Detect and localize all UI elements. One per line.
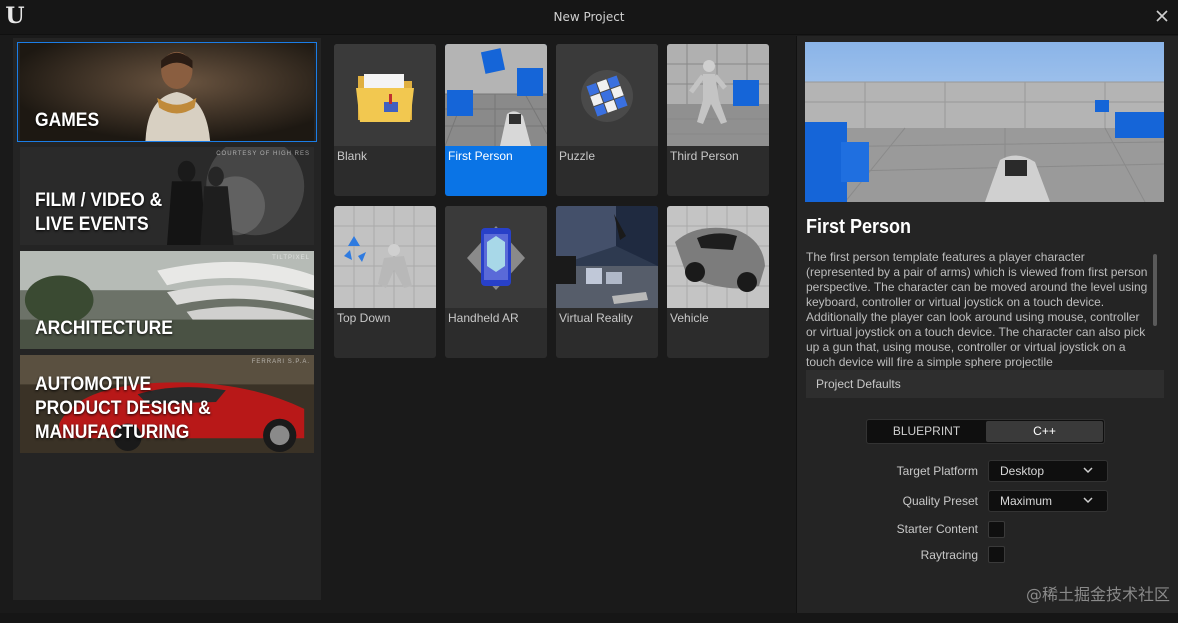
template-label: Vehicle xyxy=(670,311,709,325)
template-label: Handheld AR xyxy=(448,311,519,325)
category-label: GAMES xyxy=(35,110,100,131)
raytracing-label: Raytracing xyxy=(920,548,978,562)
watermark: @稀土掘金技术社区 xyxy=(1025,585,1170,604)
vr-thumbnail xyxy=(556,206,658,308)
image-credit: COURTESY OF HIGH RES xyxy=(216,151,310,157)
language-toggle: BLUEPRINT C++ xyxy=(866,419,1105,444)
first-person-thumbnail xyxy=(445,44,547,146)
folder-icon xyxy=(334,44,436,146)
template-virtual-reality[interactable]: Virtual Reality xyxy=(556,206,658,358)
template-label: Blank xyxy=(337,149,368,163)
chevron-down-icon xyxy=(1083,497,1093,504)
category-label: AUTOMOTIVE PRODUCT DESIGN & MANUFACTURIN… xyxy=(35,374,211,443)
template-first-person[interactable]: First Person xyxy=(445,44,547,196)
third-person-thumbnail xyxy=(667,44,769,146)
blueprint-option[interactable]: BLUEPRINT xyxy=(868,421,985,442)
phone-icon xyxy=(445,206,547,308)
category-games[interactable]: GAMES xyxy=(17,42,317,142)
template-handheld-ar[interactable]: Handheld AR xyxy=(445,206,547,358)
top-down-thumbnail xyxy=(334,206,436,308)
title-bar: U New Project xyxy=(0,0,1178,35)
bottom-bar xyxy=(0,613,1178,623)
quality-preset-value: Maximum xyxy=(1000,494,1053,508)
target-platform-label: Target Platform xyxy=(896,464,978,478)
category-automotive[interactable]: FERRARI S.P.A. AUTOMOTIVE PRODUCT DESIGN… xyxy=(17,354,317,454)
close-icon[interactable] xyxy=(1154,8,1170,24)
starter-content-checkbox[interactable] xyxy=(988,521,1005,538)
description-scrollbar[interactable] xyxy=(1153,254,1157,326)
template-third-person[interactable]: Third Person xyxy=(667,44,769,196)
template-label: First Person xyxy=(448,149,513,163)
template-description: The first person template features a pla… xyxy=(806,250,1148,368)
project-defaults-header[interactable]: Project Defaults xyxy=(806,370,1164,398)
category-film-video-live-events[interactable]: COURTESY OF HIGH RES FILM / VIDEO & LIVE… xyxy=(17,146,317,246)
template-label: Puzzle xyxy=(559,149,596,163)
target-platform-value: Desktop xyxy=(1000,464,1045,478)
image-credit: FERRARI S.P.A. xyxy=(251,359,310,365)
details-panel: First Person The first person template f… xyxy=(796,36,1178,613)
target-platform-dropdown[interactable]: Desktop xyxy=(988,460,1108,482)
template-label: Third Person xyxy=(670,149,739,163)
template-preview-image xyxy=(805,42,1164,202)
puzzle-icon xyxy=(556,44,658,146)
template-title: First Person xyxy=(806,216,912,238)
template-blank[interactable]: Blank xyxy=(334,44,436,196)
starter-content-label: Starter Content xyxy=(896,522,978,536)
category-label: ARCHITECTURE xyxy=(35,318,173,339)
template-puzzle[interactable]: Puzzle xyxy=(556,44,658,196)
category-label: FILM / VIDEO & LIVE EVENTS xyxy=(35,190,163,235)
image-credit: TILTPIXEL xyxy=(272,255,310,261)
category-panel: GAMES COURTESY OF HIGH RES FILM / VIDEO … xyxy=(13,38,321,600)
cpp-option[interactable]: C++ xyxy=(986,421,1103,442)
quality-preset-dropdown[interactable]: Maximum xyxy=(988,490,1108,512)
car-thumbnail xyxy=(667,206,769,308)
new-project-window: U New Project GAMES COURTESY OF HIGH RES… xyxy=(0,0,1178,623)
category-architecture[interactable]: TILTPIXEL ARCHITECTURE xyxy=(17,250,317,350)
template-label: Top Down xyxy=(337,311,391,325)
chevron-down-icon xyxy=(1083,467,1093,474)
quality-preset-label: Quality Preset xyxy=(902,494,978,508)
template-vehicle[interactable]: Vehicle xyxy=(667,206,769,358)
raytracing-checkbox[interactable] xyxy=(988,546,1005,563)
window-title: New Project xyxy=(553,10,625,24)
template-top-down[interactable]: Top Down xyxy=(334,206,436,358)
template-label: Virtual Reality xyxy=(559,311,633,325)
